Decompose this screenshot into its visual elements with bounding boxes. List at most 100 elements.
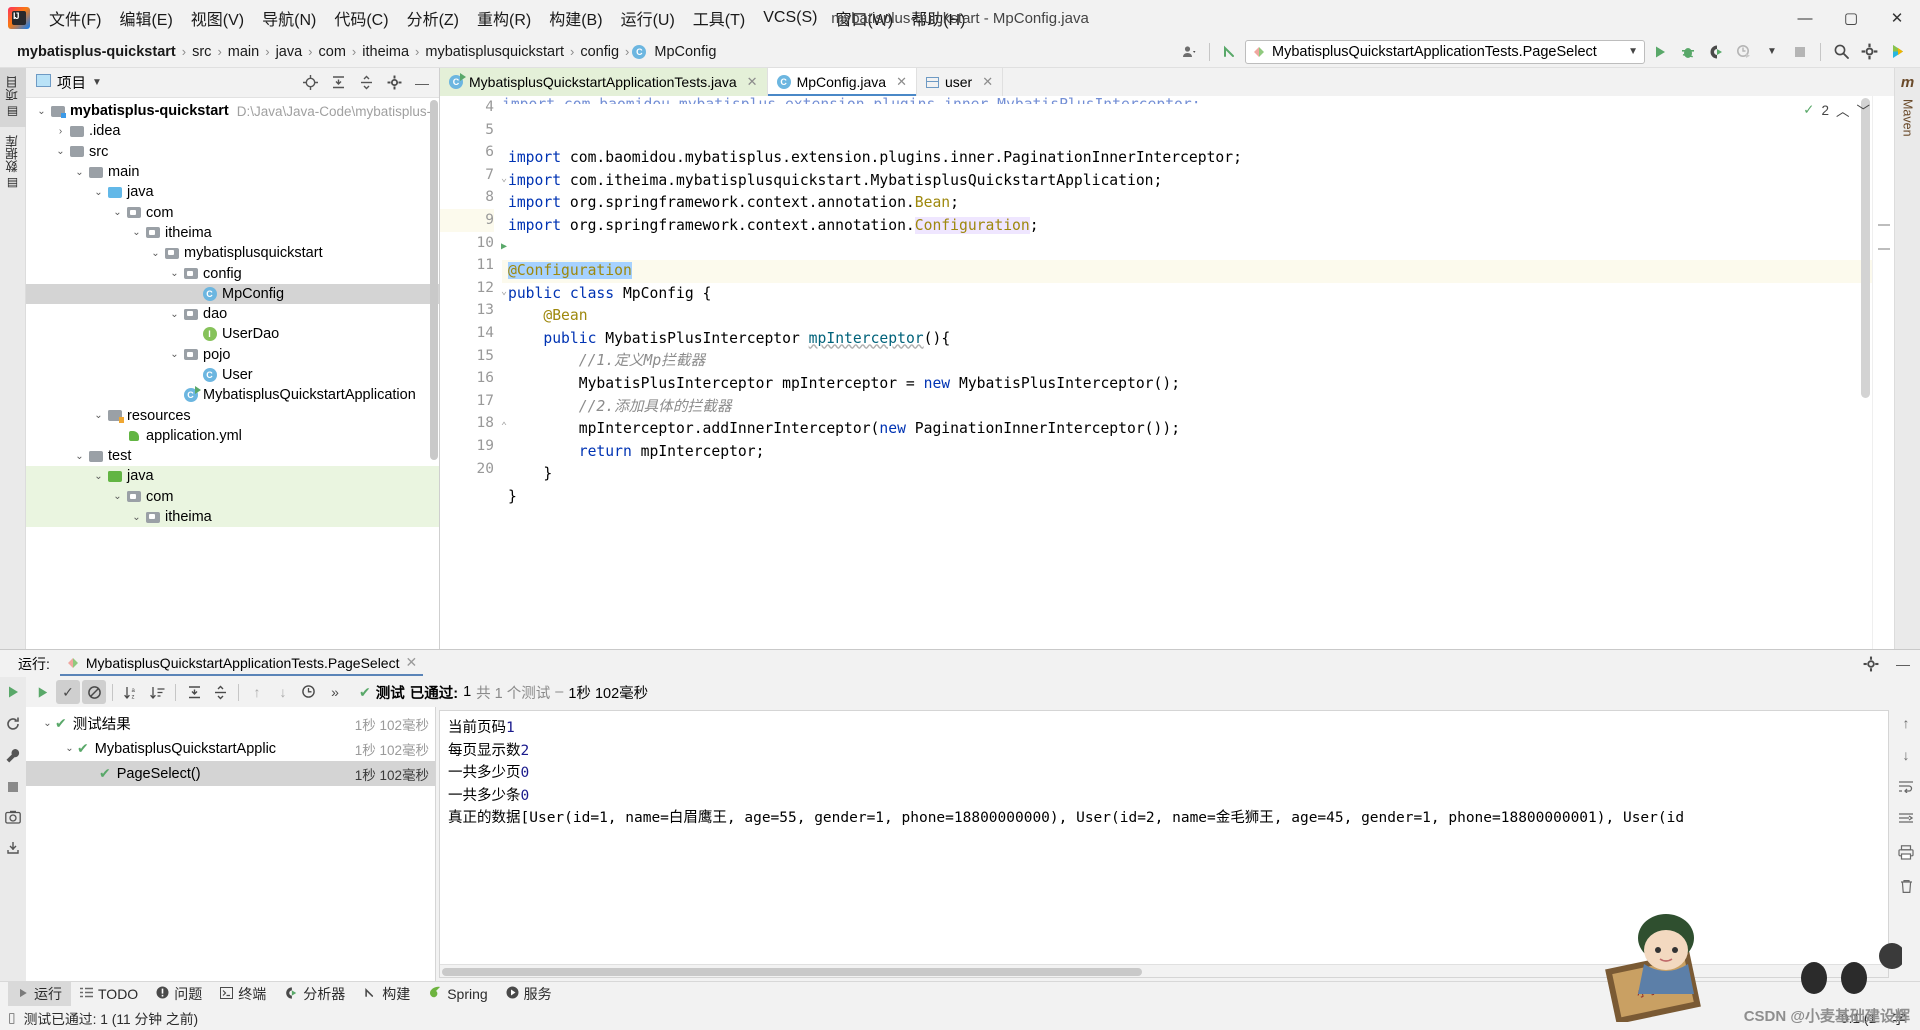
code-line[interactable]: public class MpConfig { (502, 283, 1872, 306)
line-number-gutter[interactable]: 4 5 6 7 ⌄ 8 9 10 ▶ 11 12 ⌄ 13 14 15 16 17 18 ⌃ 19 20 (440, 96, 507, 649)
tree-twisty[interactable]: ⌄ (167, 268, 182, 279)
menu-navigate[interactable]: 导航(N) (253, 2, 325, 34)
error-stripe[interactable] (1872, 96, 1894, 649)
breadcrumb[interactable]: mybatisplus-quickstart › src › main › ja… (14, 42, 719, 62)
statusbar-spring[interactable]: Spring (419, 983, 496, 1005)
encoding-label[interactable]: 字 (1892, 1008, 1906, 1028)
run-icon[interactable] (1647, 40, 1673, 64)
tree-node-mybatisplus-quickstart[interactable]: ⌄ mybatisplus-quickstart D:\Java\Java-Code… (26, 101, 439, 121)
breadcrumb-mybatisplusquickstart[interactable]: mybatisplusquickstart (422, 42, 567, 62)
caret-position[interactable]: 9:1 (1 (1841, 1011, 1876, 1026)
line-number[interactable]: 4 (440, 96, 494, 119)
rail-tab-maven[interactable]: Maven (1897, 91, 1919, 145)
tree-node-java[interactable]: ⌄ java (26, 182, 439, 202)
rerun-failed-icon[interactable] (5, 716, 21, 735)
statusbar-问题[interactable]: 问题 (147, 981, 211, 1007)
test-tree-row[interactable]: ⌄ ✔ MybatisplusQuickstartApplic 1秒 102毫秒 (26, 736, 435, 761)
tree-node-dao[interactable]: ⌄ dao (26, 304, 439, 324)
line-number[interactable]: 9 (440, 208, 494, 232)
tree-twisty[interactable]: ⌄ (91, 187, 106, 198)
scroll-up-icon[interactable]: ↑ (1903, 715, 1910, 731)
code-line[interactable] (502, 509, 1872, 532)
chevron-up-icon[interactable]: ︿ (1836, 100, 1850, 120)
line-number[interactable]: 13 (440, 299, 494, 322)
breadcrumb-mpconfig[interactable]: MpConfig (651, 42, 719, 62)
statusbar-构建[interactable]: 构建 (354, 981, 419, 1007)
code-editor[interactable]: ✓ 2 ︿ ﹀ 4 5 6 7 ⌄ 8 9 10 ▶ 11 12 ⌄ 13 14 15 16 17 18 ⌃ 19 20… (440, 96, 1894, 649)
menu-run[interactable]: 运行(U) (612, 2, 684, 34)
tree-twisty[interactable]: ⌄ (91, 410, 106, 421)
code-line[interactable]: return mpInterceptor; (502, 441, 1872, 464)
breadcrumb-src[interactable]: src (189, 42, 214, 62)
code-line[interactable]: //1.定义Mp拦截器 (502, 350, 1872, 373)
debug-icon[interactable] (1675, 40, 1701, 64)
tree-twisty[interactable]: ⌄ (40, 718, 55, 729)
tree-node-userdao[interactable]: I UserDao (26, 324, 439, 344)
line-number[interactable]: 8 (440, 186, 494, 209)
screenshot-icon[interactable] (5, 810, 21, 827)
expand-all-icon[interactable] (182, 680, 206, 704)
tree-node-mybatisplusquickstartapplication[interactable]: C MybatisplusQuickstartApplication (26, 385, 439, 405)
menu-view[interactable]: 视图(V) (182, 2, 253, 34)
project-scrollbar[interactable] (430, 100, 438, 460)
tree-node-application-yml[interactable]: application.yml (26, 426, 439, 446)
menu-analyze[interactable]: 分析(Z) (398, 2, 468, 34)
run-icon[interactable] (30, 680, 54, 704)
line-number[interactable]: 12 ⌄ (440, 277, 507, 300)
close-button[interactable]: ✕ (1874, 0, 1920, 36)
soft-wrap-icon[interactable] (1898, 779, 1914, 796)
code-line[interactable] (502, 237, 1872, 260)
tree-twisty[interactable]: ⌄ (72, 451, 87, 462)
tree-node-main[interactable]: ⌄ main (26, 162, 439, 182)
line-number[interactable]: 20 (440, 458, 494, 481)
wrench-icon[interactable] (5, 748, 21, 767)
rerun-icon[interactable] (5, 684, 21, 703)
editor-tab-user[interactable]: user ✕ (917, 68, 1004, 96)
tree-twisty[interactable]: ⌄ (129, 227, 144, 238)
tree-node-mybatisplusquickstart[interactable]: ⌄ mybatisplusquickstart (26, 243, 439, 263)
inspection-widget[interactable]: ✓ 2 ︿ ﹀ (1803, 100, 1870, 120)
scroll-end-icon[interactable] (1898, 812, 1914, 829)
tree-node-test[interactable]: ⌄ test (26, 446, 439, 466)
run-toolbar[interactable]: ✓ az ↑ ↓ » ✔ 测试 已通过: 1 共 1 个测试 – 1秒 102毫… (26, 677, 1920, 707)
tree-twisty[interactable]: ⌄ (129, 512, 144, 523)
line-number[interactable]: 18 ⌃ (440, 412, 507, 435)
statusbar-终端[interactable]: 终端 (211, 981, 275, 1007)
tree-twisty[interactable]: ⌄ (91, 471, 106, 482)
code-text[interactable]: import com.baomidou.mybatisplus.extensio… (502, 96, 1872, 649)
tree-twisty[interactable]: ⌄ (110, 491, 125, 502)
hide-icon[interactable]: — (1892, 654, 1914, 674)
line-number[interactable]: 16 (440, 367, 494, 390)
tree-twisty[interactable]: ⌄ (62, 743, 77, 754)
breadcrumb-main[interactable]: main (225, 42, 262, 62)
rail-tab-database[interactable]: ▤ 数据库 (0, 127, 26, 199)
profile-icon[interactable] (1731, 40, 1757, 64)
main-menu[interactable]: 文件(F) 编辑(E) 视图(V) 导航(N) 代码(C) 分析(Z) 重构(R… (40, 0, 974, 36)
history-icon[interactable] (297, 680, 321, 704)
statusbar-服务[interactable]: 服务 (497, 981, 561, 1007)
console-horizontal-scrollbar[interactable] (440, 964, 1888, 977)
tree-twisty[interactable]: ⌄ (53, 146, 68, 157)
run-configuration-selector[interactable]: MybatisplusQuickstartApplicationTests.Pa… (1245, 39, 1645, 64)
tree-node-mpconfig[interactable]: C MpConfig (26, 283, 439, 304)
tool-window-bar[interactable]: 运行 TODO 问题 终端 分析器 构建 Spring 服务 (0, 981, 1920, 1007)
breadcrumb-config[interactable]: config (577, 42, 622, 62)
stop-icon[interactable] (1787, 40, 1813, 64)
gear-icon[interactable] (1856, 40, 1882, 64)
gear-icon[interactable] (383, 72, 405, 94)
test-tree-row[interactable]: ⌄ ✔ 测试结果 1秒 102毫秒 (26, 711, 435, 736)
next-icon[interactable]: ↓ (271, 680, 295, 704)
window-controls[interactable]: — ▢ ✕ (1782, 0, 1920, 36)
vcs-update-icon[interactable] (1217, 40, 1243, 64)
maximize-button[interactable]: ▢ (1828, 0, 1874, 36)
code-line[interactable]: MybatisPlusInterceptor mpInterceptor = n… (502, 373, 1872, 396)
close-icon[interactable]: ✕ (896, 74, 907, 90)
hide-icon[interactable]: — (411, 72, 433, 94)
editor-tabs[interactable]: C MybatisplusQuickstartApplicationTests.… (440, 68, 1894, 96)
tree-node--idea[interactable]: › .idea (26, 121, 439, 141)
tree-node-resources[interactable]: ⌄ resources (26, 405, 439, 425)
line-number[interactable]: 14 (440, 322, 494, 345)
code-line[interactable]: import com.baomidou.mybatisplus.extensio… (502, 147, 1872, 170)
tree-twisty[interactable]: ⌄ (34, 106, 49, 117)
console-output[interactable]: 当前页码1 每页显示数2 一共多少页0 一共多少条0 真正的数据[User(id=1, … (440, 711, 1888, 964)
